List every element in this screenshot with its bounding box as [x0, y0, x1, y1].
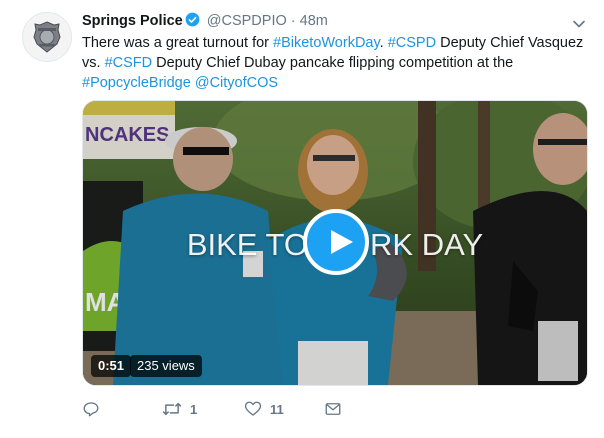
video-views: 235 views — [130, 355, 202, 377]
author-handle[interactable]: @CSPDPIO — [207, 13, 287, 29]
verified-icon — [185, 12, 200, 31]
tweet-text-segment: Deputy Chief Dubay pancake flipping comp… — [152, 54, 514, 71]
hashtag-link[interactable]: #PopcycleBridge — [82, 75, 191, 91]
police-badge-icon — [23, 13, 71, 61]
retweet-icon — [162, 402, 182, 416]
reply-button[interactable] — [82, 398, 108, 420]
author-name[interactable]: Springs Police — [82, 13, 183, 29]
like-button[interactable]: 11 — [244, 398, 284, 420]
avatar[interactable] — [22, 12, 72, 62]
reply-icon — [83, 402, 99, 417]
like-icon — [244, 401, 262, 416]
retweet-count: 1 — [190, 401, 198, 417]
hashtag-link[interactable]: #CSFD — [105, 55, 153, 71]
hashtag-link[interactable]: #BiketoWorkDay — [273, 35, 380, 51]
hashtag-link[interactable]: #CSPD — [388, 35, 436, 51]
tweet-header: Springs Police @CSPDPIO · 48m — [82, 12, 328, 31]
tweet-text-segment: There was a great turnout for — [82, 35, 274, 51]
tweet[interactable]: Springs Police @CSPDPIO · 48m There was … — [0, 0, 604, 438]
tweet-timestamp[interactable]: 48m — [300, 13, 328, 29]
tweet-text: There was a great turnout for #BiketoWor… — [82, 34, 592, 93]
chevron-down-icon[interactable] — [570, 15, 588, 33]
video-duration: 0:51 — [91, 355, 132, 377]
direct-message-button[interactable] — [324, 398, 342, 420]
direct-message-icon — [325, 403, 341, 415]
header-separator: · — [290, 13, 296, 29]
like-count: 11 — [270, 401, 284, 417]
tweet-text-segment: . — [379, 35, 388, 51]
play-icon[interactable] — [303, 209, 369, 275]
video-player[interactable]: NCAKES MA — [82, 100, 588, 386]
retweet-button[interactable]: 1 — [162, 398, 197, 420]
mention-link[interactable]: @CityofCOS — [195, 75, 278, 91]
